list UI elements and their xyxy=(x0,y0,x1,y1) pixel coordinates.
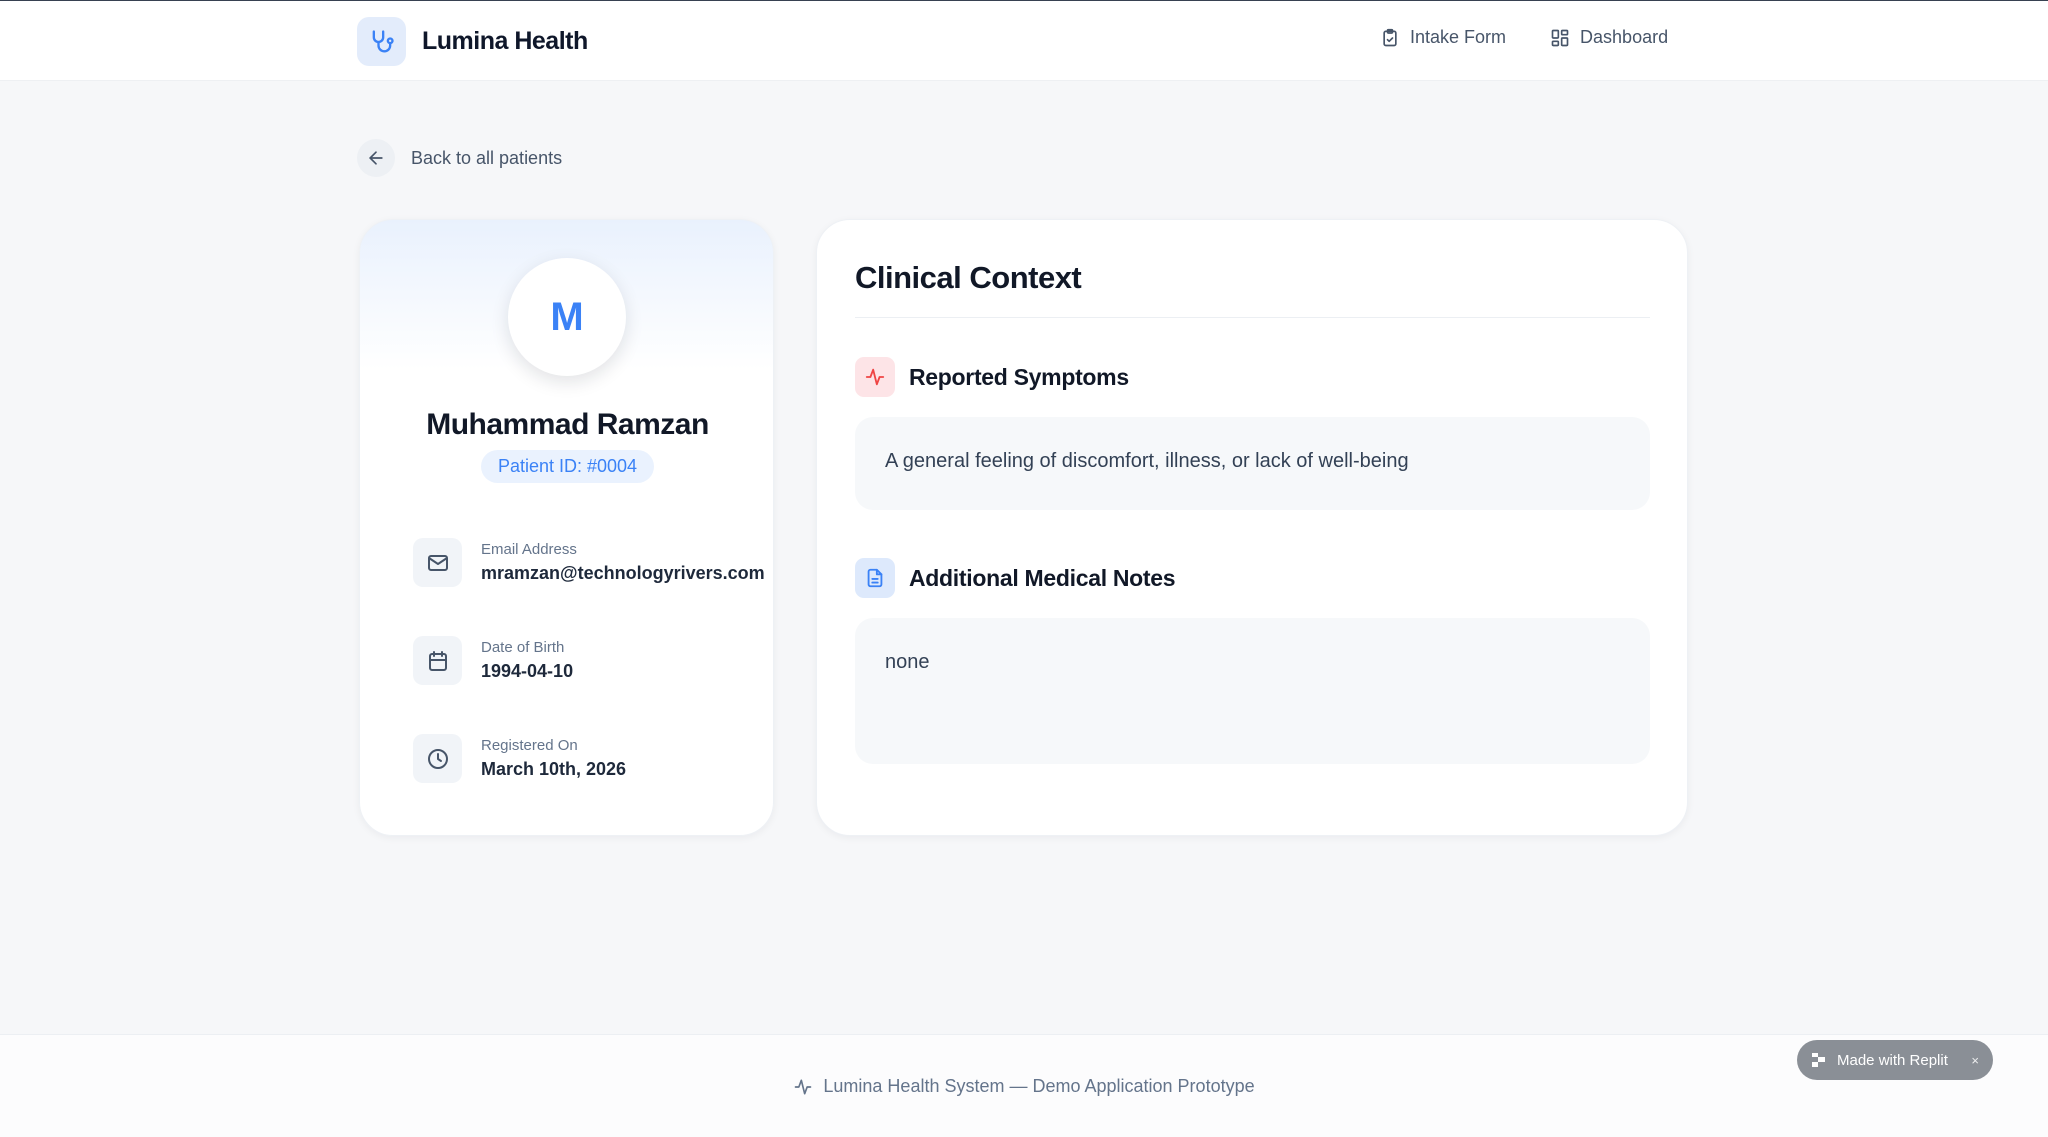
clinical-context-card: Clinical Context Reported Symptoms A gen… xyxy=(816,219,1688,836)
notes-header: Additional Medical Notes xyxy=(855,558,1176,598)
notes-text: none xyxy=(855,618,1650,764)
badge-label: Made with Replit xyxy=(1837,1051,1948,1069)
patient-id-badge: Patient ID: #0004 xyxy=(481,450,654,483)
brand-name: Lumina Health xyxy=(422,27,588,55)
nav-intake-form[interactable]: Intake Form xyxy=(1380,27,1506,48)
back-to-patients-link[interactable]: Back to all patients xyxy=(357,139,562,177)
top-navbar: Lumina Health Intake Form Dashboard xyxy=(0,1,2048,81)
footer-text-row: Lumina Health System — Demo Application … xyxy=(0,1076,2048,1097)
registered-label: Registered On xyxy=(481,737,578,754)
avatar: M xyxy=(508,258,626,376)
email-value: mramzan@technologyrivers.com xyxy=(481,563,765,583)
mail-icon xyxy=(413,538,462,587)
activity-icon xyxy=(855,357,895,397)
footer: Lumina Health System — Demo Application … xyxy=(0,1034,2048,1137)
notes-title: Additional Medical Notes xyxy=(909,564,1176,591)
replit-logo-icon xyxy=(1812,1053,1825,1067)
document-icon xyxy=(855,558,895,598)
main-nav: Intake Form Dashboard xyxy=(1380,27,1668,48)
activity-icon xyxy=(795,1079,812,1094)
patient-name: Muhammad Ramzan xyxy=(426,408,709,441)
divider xyxy=(855,317,1650,318)
arrow-left-icon[interactable] xyxy=(357,139,395,177)
email-row: Email Address mramzan@technologyrivers.c… xyxy=(413,538,765,587)
registered-row: Registered On March 10th, 2026 xyxy=(413,734,626,783)
nav-intake-form-label: Intake Form xyxy=(1410,27,1507,47)
patient-profile-card: M Muhammad Ramzan Patient ID: #0004 Emai… xyxy=(359,219,774,836)
brand[interactable]: Lumina Health xyxy=(357,17,588,66)
footer-text: Lumina Health System — Demo Application … xyxy=(823,1076,1255,1096)
clipboard-icon xyxy=(1383,28,1397,46)
clock-icon xyxy=(413,734,462,783)
made-with-replit-badge[interactable]: Made with Replit × xyxy=(1797,1040,1993,1080)
stethoscope-icon xyxy=(357,17,406,66)
symptoms-title: Reported Symptoms xyxy=(909,363,1129,390)
close-icon[interactable]: × xyxy=(1971,1053,1979,1068)
dob-value: 1994-04-10 xyxy=(481,661,574,681)
back-link-label: Back to all patients xyxy=(411,147,563,168)
dob-row: Date of Birth 1994-04-10 xyxy=(413,636,573,685)
dob-label: Date of Birth xyxy=(481,639,565,656)
registered-value: March 10th, 2026 xyxy=(481,759,627,779)
nav-dashboard-label: Dashboard xyxy=(1580,27,1669,47)
symptoms-text: A general feeling of discomfort, illness… xyxy=(855,417,1650,510)
nav-dashboard[interactable]: Dashboard xyxy=(1550,27,1668,48)
calendar-icon xyxy=(413,636,462,685)
dashboard-icon xyxy=(1551,29,1569,46)
email-label: Email Address xyxy=(481,541,577,558)
symptoms-header: Reported Symptoms xyxy=(855,357,1129,397)
clinical-context-title: Clinical Context xyxy=(855,260,1082,295)
